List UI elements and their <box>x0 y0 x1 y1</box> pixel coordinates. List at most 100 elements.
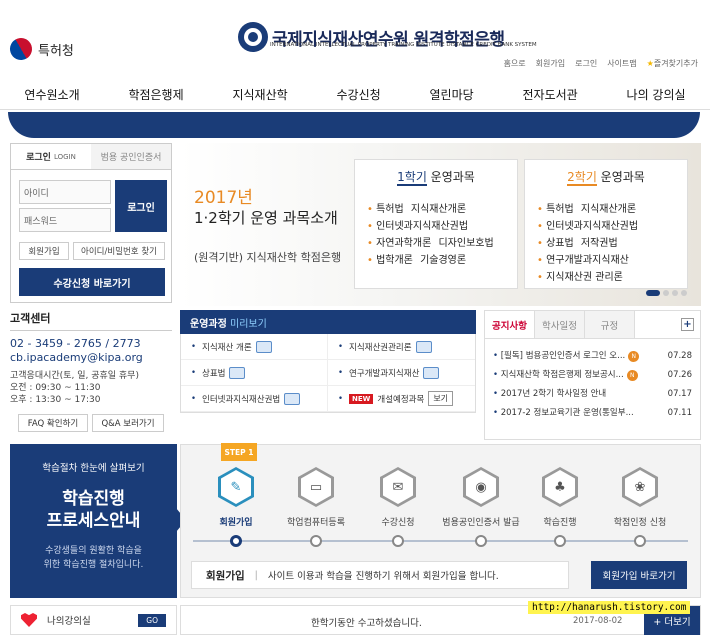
plant-icon: ♣ <box>545 470 575 504</box>
semester2-num: 2학기 <box>567 170 597 186</box>
pager-dot[interactable] <box>663 290 669 296</box>
preview-item[interactable]: 지식재산 개론 <box>181 334 328 360</box>
progress-dot[interactable] <box>554 535 566 547</box>
notice-date: 07.26 <box>667 370 692 380</box>
progress-dot[interactable] <box>475 535 487 547</box>
customer-email[interactable]: cb.ipacademy@kipa.org <box>10 351 172 364</box>
preview-item-label: 개설예정과목 <box>377 394 425 405</box>
id-input[interactable]: 아이디 <box>19 180 111 204</box>
customer-center-title: 고객센터 <box>10 310 172 331</box>
step-learning[interactable]: ♣ 학습진행 <box>519 467 601 528</box>
tab-rules[interactable]: 규정 <box>585 311 635 338</box>
tab-login[interactable]: 로그인 LOGIN <box>11 144 91 169</box>
preview-item[interactable]: 인터넷과지식재산권법 <box>181 386 328 412</box>
step-pc-register[interactable]: ▭ 학업컴퓨터등록 <box>275 467 357 528</box>
notice-row[interactable]: 지식재산학 학점은행제 정보공시...N 07.26 <box>493 366 692 385</box>
process-title-line1: 학습진행 <box>62 489 125 509</box>
video-icon[interactable] <box>255 340 272 353</box>
view-button[interactable]: 보기 <box>428 391 454 406</box>
nav-item-library[interactable]: 전자도서관 <box>523 86 578 103</box>
course-item: 지식재산권 관리론 <box>546 272 623 283</box>
tab-login-label: 로그인 <box>26 153 51 163</box>
util-join-link[interactable]: 회원가입 <box>536 58 565 69</box>
nav-item-my-class[interactable]: 나의 강의실 <box>627 86 686 103</box>
popup-message[interactable]: 한학기동안 수고하셨습니다. <box>311 615 422 629</box>
video-icon[interactable] <box>423 366 440 379</box>
tab-notice[interactable]: 공지사항 <box>485 311 535 338</box>
pager-dot[interactable] <box>681 290 687 296</box>
go-button[interactable]: GO <box>138 613 166 627</box>
join-shortcut-button[interactable]: 회원가입 바로가기 <box>591 561 687 589</box>
step-description: 회원가입 | 사이트 이용과 학습을 진행하기 위해서 회원가입을 합니다. <box>191 561 569 589</box>
step-join[interactable]: ✎ 회원가입 <box>195 467 277 528</box>
process-intro-caption: 학습절차 한눈에 살펴보기 <box>42 463 145 474</box>
notice-row[interactable]: 2017년 2학기 학사일정 안내 07.17 <box>493 385 692 404</box>
preview-item[interactable]: 상표법 <box>181 360 328 386</box>
login-box: 로그인 LOGIN 범용 공인인증서 아이디 패스워드 로그인 회원가입 아이디/… <box>10 143 172 303</box>
new-badge: N <box>626 370 638 381</box>
kipo-logo[interactable]: 특허청 <box>5 33 74 65</box>
banner-subtitle: (원격기반) 지식재산학 학점은행 <box>194 251 342 264</box>
progress-dot[interactable] <box>634 535 646 547</box>
preview-item[interactable]: 연구개발과지식재산 <box>328 360 475 386</box>
step-certificate[interactable]: ◉ 범용공인인증서 발급 <box>437 467 525 528</box>
semester2-title: 2학기 운영과목 <box>537 168 675 191</box>
step-hex: ❀ <box>622 467 658 507</box>
tab-certificate[interactable]: 범용 공인인증서 <box>91 144 171 169</box>
join-button[interactable]: 회원가입 <box>19 242 69 260</box>
video-icon[interactable] <box>415 340 432 353</box>
util-sitemap-link[interactable]: 사이트맵 <box>607 58 636 69</box>
semester2-card: 2학기 운영과목 특허법 지식재산개론 인터넷과지식재산권법 상표법 저작권법 … <box>524 159 688 289</box>
course-enroll-button[interactable]: 수강신청 바로가기 <box>19 268 165 296</box>
nav-item-enroll[interactable]: 수강신청 <box>337 86 381 103</box>
process-intro: 학습절차 한눈에 살펴보기 학습진행 프로세스안내 수강생들의 원활한 학습을 위한… <box>10 444 177 598</box>
progress-dot[interactable] <box>230 535 242 547</box>
notice-date: 07.11 <box>667 408 692 418</box>
my-class-bar[interactable]: 나의강의실 GO <box>10 605 177 635</box>
util-login-link[interactable]: 로그인 <box>575 58 597 69</box>
notice-more-button[interactable]: + <box>681 318 694 331</box>
process-desc-line1: 수강생들의 원활한 학습을 <box>45 546 142 556</box>
step-credit[interactable]: ❀ 학점인정 신청 <box>599 467 681 528</box>
new-badge: NEW <box>349 393 374 404</box>
preview-item-label: 상표법 <box>202 368 226 379</box>
util-home-link[interactable]: 홈으로 <box>504 58 526 69</box>
find-account-button[interactable]: 아이디/비밀번호 찾기 <box>73 242 165 260</box>
video-icon[interactable] <box>229 366 246 379</box>
step-hex: ✉ <box>380 467 416 507</box>
semester1-title: 1학기 운영과목 <box>367 168 505 191</box>
tab-schedule[interactable]: 학사일정 <box>535 311 585 338</box>
pager-dot[interactable] <box>672 290 678 296</box>
site-logo[interactable]: 국제지식재산연수원 원격학점은행 INTERNATIONAL INTELLECT… <box>238 22 537 52</box>
nav-item-ip-study[interactable]: 지식재산학 <box>232 86 287 103</box>
pager-dot[interactable] <box>646 290 660 296</box>
monitor-icon: ▭ <box>301 470 331 504</box>
video-icon[interactable] <box>284 392 301 405</box>
notice-row[interactable]: [필독] 범용공인인증서 로그인 오...N 07.28 <box>493 347 692 366</box>
utility-nav: 홈으로 회원가입 로그인 사이트맵 ★즐겨찾기추가 <box>504 58 698 69</box>
nav-item-about[interactable]: 연수원소개 <box>24 86 79 103</box>
preview-item[interactable]: 지식재산권관리론 <box>328 334 475 360</box>
progress-dot[interactable] <box>392 535 404 547</box>
step-enroll[interactable]: ✉ 수강신청 <box>357 467 439 528</box>
password-input[interactable]: 패스워드 <box>19 208 111 232</box>
step-hex: ▭ <box>298 467 334 507</box>
login-button[interactable]: 로그인 <box>115 180 167 232</box>
util-favorite-link[interactable]: ★즐겨찾기추가 <box>647 58 698 69</box>
banner-year: 2017년 <box>194 188 253 208</box>
preview-item[interactable]: NEW개설예정과목보기 <box>328 386 475 412</box>
nav-item-credit-bank[interactable]: 학점은행제 <box>128 86 183 103</box>
certificate-icon: ◉ <box>466 470 496 504</box>
preview-item-label: 인터넷과지식재산권법 <box>202 394 281 405</box>
course-item: 연구개발과지식재산 <box>546 255 629 266</box>
notice-row[interactable]: 2017-2 정보교육기관 운영(통일부... 07.11 <box>493 404 692 423</box>
nav-item-open-board[interactable]: 열린마당 <box>430 86 474 103</box>
main-banner[interactable]: 2017년 1·2학기 운영 과목소개 (원격기반) 지식재산학 학점은행 1학… <box>180 143 701 306</box>
course-item: 상표법 <box>546 238 574 249</box>
progress-dot[interactable] <box>310 535 322 547</box>
process-title: 학습진행 프로세스안내 <box>20 488 167 532</box>
qa-button[interactable]: Q&A 보러가기 <box>92 414 164 432</box>
faq-button[interactable]: FAQ 확인하기 <box>18 414 88 432</box>
heart-icon <box>21 613 37 627</box>
logo-subtitle: INTERNATIONAL INTELLECTUAL PROPERTY TRAI… <box>270 42 537 48</box>
